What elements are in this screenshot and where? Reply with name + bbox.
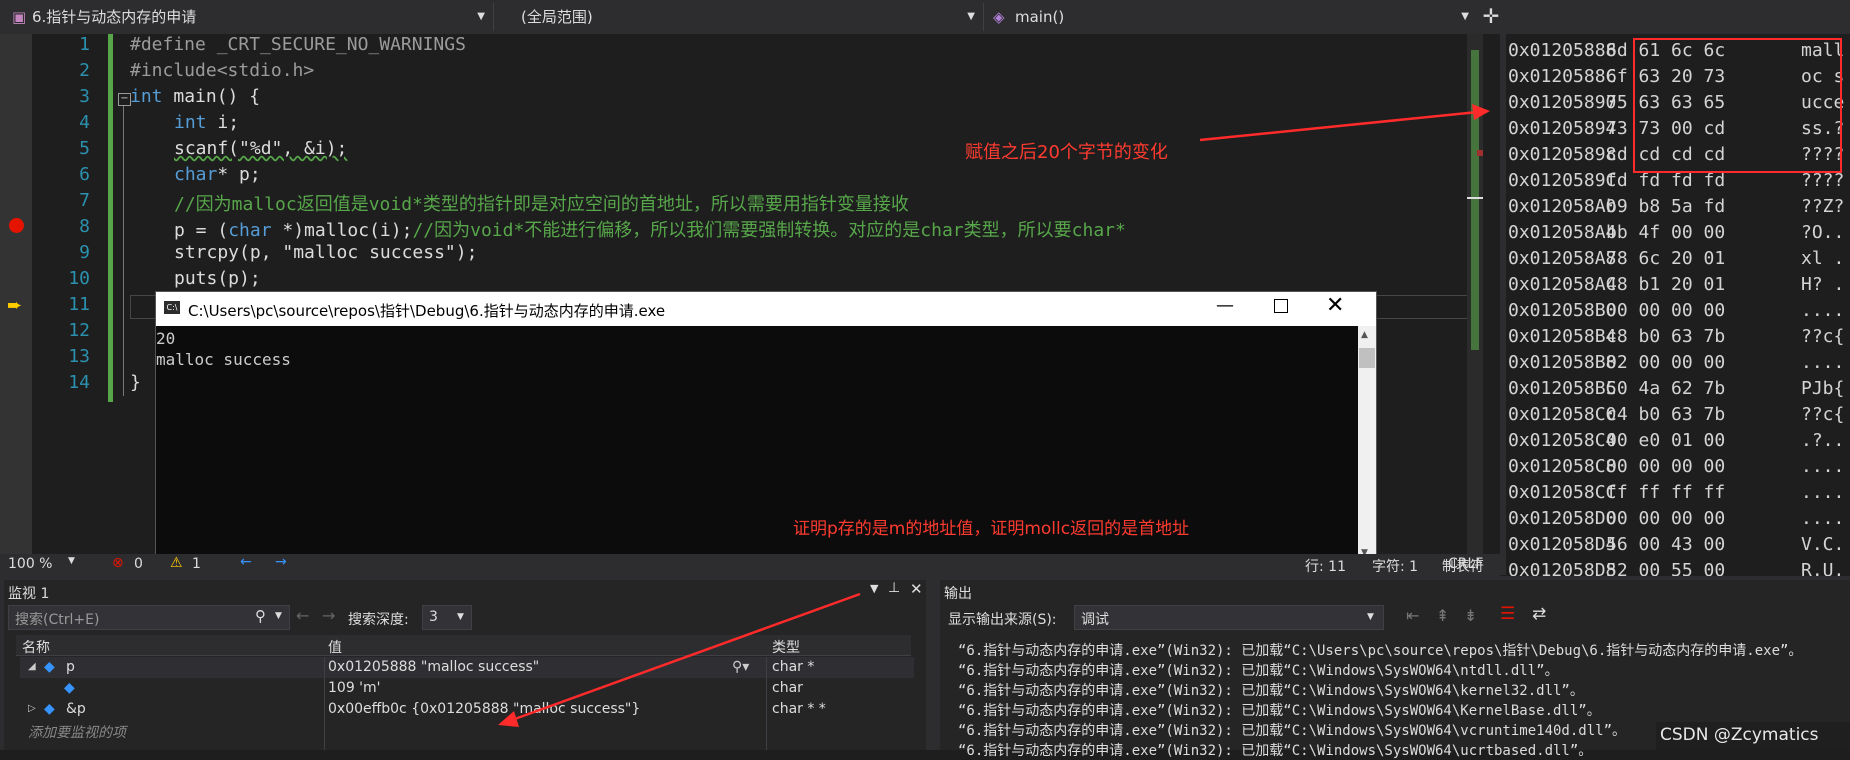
arrow-to-watch xyxy=(511,592,861,722)
annotation-arrows xyxy=(498,104,1490,727)
arrow-to-memory xyxy=(1199,110,1479,142)
arrowhead xyxy=(498,711,519,727)
arrowhead xyxy=(1472,104,1490,120)
